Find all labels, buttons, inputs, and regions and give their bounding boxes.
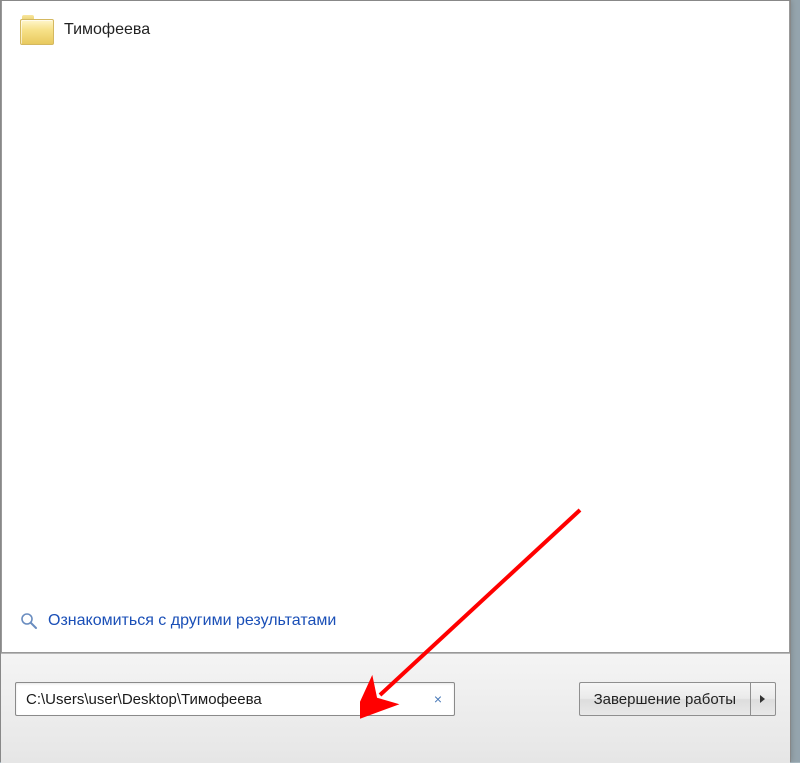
more-results-link[interactable]: Ознакомиться с другими результатами xyxy=(48,612,336,630)
chevron-right-icon xyxy=(759,694,767,704)
bottom-bar: × Завершение работы xyxy=(1,653,790,763)
search-result-label: Тимофеева xyxy=(64,21,150,39)
window-right-edge xyxy=(791,0,800,762)
shutdown-options-button[interactable] xyxy=(750,682,776,716)
magnifier-icon xyxy=(20,612,38,630)
folder-icon xyxy=(20,15,54,45)
search-input[interactable] xyxy=(26,683,428,715)
start-menu-panel: Тимофеева Ознакомиться с другими результ… xyxy=(0,0,791,762)
shutdown-button[interactable]: Завершение работы xyxy=(579,682,750,716)
close-icon: × xyxy=(434,691,442,707)
search-box[interactable]: × xyxy=(15,682,455,716)
search-result-item[interactable]: Тимофеева xyxy=(2,1,789,55)
shutdown-group: Завершение работы xyxy=(579,682,776,716)
more-results-row[interactable]: Ознакомиться с другими результатами xyxy=(2,596,790,652)
clear-search-button[interactable]: × xyxy=(428,689,448,709)
search-results-area: Тимофеева Ознакомиться с другими результ… xyxy=(1,1,790,653)
